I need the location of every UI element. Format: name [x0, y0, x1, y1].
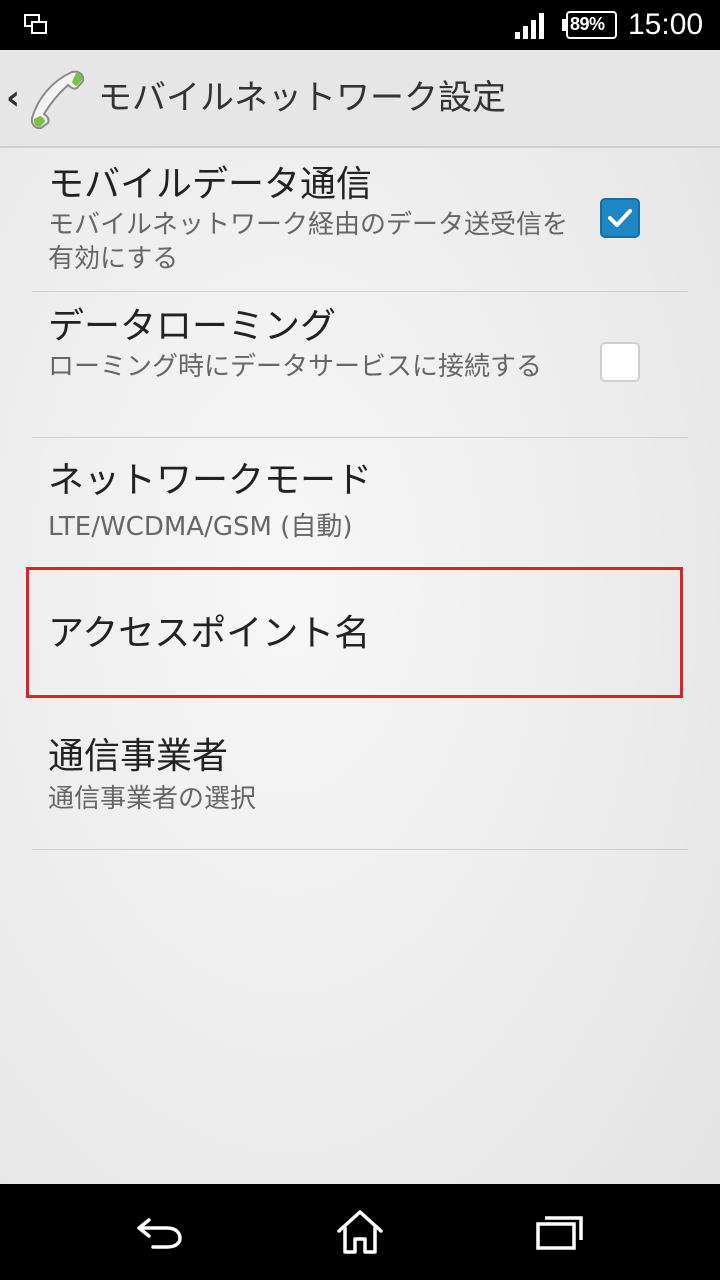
- battery-percentage: 89%: [570, 14, 605, 34]
- back-chevron-icon[interactable]: ‹: [6, 78, 20, 118]
- carrier-title: 通信事業者: [48, 736, 229, 777]
- mobile-data-summary: モバイルネットワーク経由のデータ送受信を有効にする: [48, 210, 569, 274]
- data-roaming-setting[interactable]: データローミング ローミング時にデータサービスに接続する: [0, 292, 720, 438]
- page-title: モバイルネットワーク設定: [98, 78, 506, 118]
- data-roaming-summary: ローミング時にデータサービスに接続する: [48, 352, 543, 382]
- status-bar: 89% 15:00: [0, 0, 720, 50]
- back-icon[interactable]: [100, 1184, 220, 1280]
- network-mode-setting[interactable]: ネットワークモード LTE/WCDMA/GSM (自動): [0, 438, 720, 568]
- carrier-setting[interactable]: 通信事業者 通信事業者の選択: [0, 718, 720, 850]
- mobile-data-setting[interactable]: モバイルデータ通信 モバイルネットワーク経由のデータ送受信を有効にする: [0, 148, 720, 292]
- navigation-bar: [0, 1184, 720, 1280]
- home-icon[interactable]: [300, 1184, 420, 1280]
- access-point-names-setting[interactable]: アクセスポイント名: [0, 568, 720, 718]
- clock: 15:00: [628, 8, 704, 41]
- carrier-summary: 通信事業者の選択: [48, 784, 257, 814]
- network-mode-summary: LTE/WCDMA/GSM (自動): [48, 512, 353, 542]
- action-bar: ‹ モバイルネットワーク設定: [0, 50, 720, 148]
- divider: [32, 849, 688, 850]
- phone-handset-icon[interactable]: [28, 68, 86, 134]
- checkmark-icon: [608, 209, 632, 227]
- mobile-data-checkbox[interactable]: [600, 198, 640, 238]
- data-roaming-checkbox[interactable]: [600, 342, 640, 382]
- network-mode-title: ネットワークモード: [48, 460, 373, 501]
- screen-mirror-icon: [24, 14, 48, 40]
- recent-apps-icon[interactable]: [500, 1184, 620, 1280]
- settings-list: モバイルデータ通信 モバイルネットワーク経由のデータ送受信を有効にする データロ…: [0, 148, 720, 850]
- signal-icon: [514, 12, 548, 44]
- apn-title: アクセスポイント名: [48, 613, 371, 654]
